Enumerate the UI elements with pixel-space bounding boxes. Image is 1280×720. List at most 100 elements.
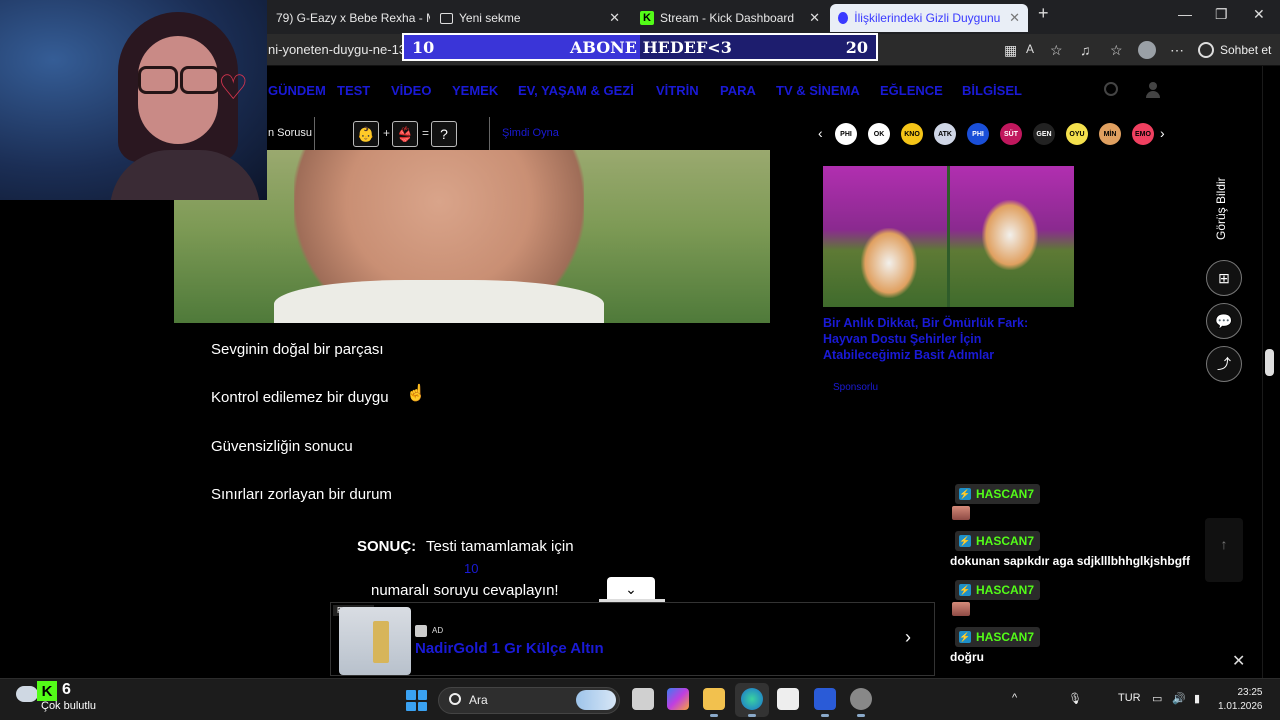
battery-icon[interactable]: ▮ — [1194, 692, 1200, 705]
brand-logo-5[interactable]: SÜT — [1000, 123, 1022, 145]
temperature[interactable]: 6 — [62, 681, 71, 699]
app-available-icon[interactable]: ▦ — [1004, 42, 1017, 59]
brand-logo-7[interactable]: OYU — [1066, 123, 1088, 145]
tab-title: Stream - Kick Dashboard — [660, 11, 795, 25]
window-close-icon[interactable]: ✕ — [1253, 6, 1265, 23]
video-shirt — [274, 280, 604, 323]
chevron-up-icon[interactable]: ^ — [1012, 692, 1017, 704]
emote-icon — [952, 506, 970, 520]
file-explorer-icon[interactable] — [703, 688, 725, 710]
search-icon[interactable] — [1104, 82, 1118, 96]
sponsored-label: Sponsorlu — [833, 382, 879, 393]
goal-title: ABONE HEDEF<3 — [570, 38, 732, 57]
language-indicator[interactable]: TUR — [1118, 692, 1141, 704]
tab-kick-dashboard[interactable]: K Stream - Kick Dashboard ✕ — [632, 4, 828, 32]
tab-title: İlişkilerindeki Gizli Duygunu Sıye — [854, 11, 1003, 25]
more-icon[interactable]: ⋯ — [1170, 42, 1184, 59]
profile-avatar[interactable] — [1138, 41, 1156, 59]
brand-logo-0[interactable]: PHI — [835, 123, 857, 145]
nav-tv-sinema[interactable]: TV & SİNEMA — [776, 83, 860, 98]
copilot-app-icon[interactable] — [667, 688, 689, 710]
nav-eglence[interactable]: EĞLENCE — [880, 83, 943, 98]
result-question-number[interactable]: 10 — [464, 561, 478, 576]
network-icon[interactable]: ▭ — [1152, 692, 1162, 705]
windows-start-icon[interactable] — [406, 690, 427, 711]
chat-username: HASCAN7 — [976, 630, 1035, 644]
result-text: Testi tamamlamak için — [426, 538, 574, 555]
tab-onedio-active[interactable]: İlişkilerindeki Gizli Duygunu Sıye ✕ — [830, 4, 1028, 32]
quiz-option-4[interactable]: Sınırları zorlayan bir durum — [211, 486, 392, 503]
scroll-to-top-button[interactable]: ↑ — [1205, 518, 1243, 582]
clock-date: 1.01.2026 — [1218, 701, 1263, 712]
outlook-icon[interactable] — [814, 688, 836, 710]
system-clock[interactable]: 23:25 1.01.2026 — [1218, 686, 1263, 714]
store-icon[interactable] — [777, 688, 799, 710]
chevron-right-icon[interactable]: › — [1160, 125, 1165, 141]
kick-icon: K — [640, 11, 654, 25]
read-aloud-icon[interactable]: A — [1026, 42, 1034, 56]
quiz-option-2[interactable]: Kontrol edilemez bir duygu — [211, 389, 389, 406]
brand-logo-1[interactable]: OK — [868, 123, 890, 145]
goal-target: 20 — [845, 38, 868, 57]
task-view-icon[interactable] — [632, 688, 654, 710]
quiz-option-3[interactable]: Güvensizliğin sonucu — [211, 438, 353, 455]
article-title[interactable]: Bir Anlık Dikkat, Bir Ömürlük Fark: Hayv… — [823, 315, 1063, 363]
url-field[interactable]: ni-yoneten-duygu-ne-1333 — [268, 42, 421, 57]
tab-youtube[interactable]: 79) G-Eazy x Bebe Rexha - Me, M ✕ — [268, 4, 430, 32]
minimize-icon[interactable]: — — [1178, 6, 1192, 22]
brand-logo-9[interactable]: EMO — [1132, 123, 1154, 145]
brand-logo-2[interactable]: KNO — [901, 123, 923, 145]
nav-para[interactable]: PARA — [720, 83, 756, 98]
result-label: SONUÇ: — [357, 538, 417, 555]
volume-icon[interactable]: 🔊 — [1172, 692, 1186, 705]
brand-logo-8[interactable]: MİN — [1099, 123, 1121, 145]
close-icon[interactable]: ✕ — [1009, 10, 1020, 26]
nav-gundem[interactable]: GÜNDEM — [268, 83, 326, 98]
close-icon[interactable]: ✕ — [609, 10, 620, 26]
chevron-down-icon[interactable]: ⌄ — [607, 577, 655, 601]
ad-title[interactable]: NadirGold 1 Gr Külçe Altın — [415, 640, 604, 657]
favorite-star-icon[interactable]: ☆ — [1050, 42, 1063, 59]
bookmark-icon[interactable]: ⊞ — [1206, 260, 1242, 296]
scrollbar-thumb[interactable] — [1265, 349, 1274, 376]
verified-icon: ⚡ — [959, 488, 971, 500]
user-icon[interactable] — [1146, 82, 1160, 98]
favorites-icon[interactable]: ☆ — [1110, 42, 1123, 59]
chevron-right-icon[interactable]: › — [905, 627, 911, 648]
feedback-tab[interactable]: Görüş Bildir — [1214, 177, 1228, 240]
ad-tag: AD — [432, 626, 444, 635]
comments-icon[interactable]: 💬 — [1206, 303, 1242, 339]
article-image[interactable] — [823, 166, 1074, 307]
media-icon[interactable]: ♫ — [1080, 42, 1091, 58]
brand-logo-3[interactable]: ATK — [934, 123, 956, 145]
play-now-link[interactable]: Şimdi Oyna — [502, 127, 559, 139]
tab-new-tab[interactable]: Yeni sekme ✕ — [432, 4, 628, 32]
search-icon — [449, 693, 461, 705]
close-icon[interactable]: ✕ — [809, 10, 820, 26]
tab-title: Yeni sekme — [459, 11, 521, 25]
weather-label[interactable]: Çok bulutlu — [41, 700, 96, 712]
new-tab-button[interactable]: + — [1038, 3, 1049, 24]
nav-vitrin[interactable]: VİTRİN — [656, 83, 699, 98]
restore-icon[interactable]: ❐ — [1215, 6, 1228, 23]
copilot-button[interactable]: Sohbet et — [1198, 42, 1271, 58]
brand-logo-6[interactable]: GEN — [1033, 123, 1055, 145]
nav-test[interactable]: TEST — [337, 83, 370, 98]
chevron-left-icon[interactable]: ‹ — [818, 125, 823, 141]
nav-yemek[interactable]: YEMEK — [452, 83, 498, 98]
brand-logo-4[interactable]: PHI — [967, 123, 989, 145]
quiz-option-1[interactable]: Sevginin doğal bir parçası — [211, 341, 384, 358]
sticky-ad[interactable]: REKLAM AD NadirGold 1 Gr Külçe Altın › — [330, 602, 935, 676]
verified-icon: ⚡ — [959, 535, 971, 547]
obs-icon[interactable] — [850, 688, 872, 710]
nav-bilgisel[interactable]: BİLGİSEL — [962, 83, 1022, 98]
chat-user-badge: ⚡ HASCAN7 — [955, 531, 1041, 551]
plus-sign: + — [383, 126, 391, 140]
nav-video[interactable]: VİDEO — [391, 83, 431, 98]
edge-icon[interactable] — [741, 688, 763, 710]
microphone-icon[interactable]: 🎙 — [1068, 692, 1082, 705]
divider — [314, 117, 315, 150]
close-icon[interactable]: ✕ — [1232, 651, 1245, 671]
share-icon[interactable]: ⤴ — [1206, 346, 1242, 382]
nav-ev-yasam-gezi[interactable]: EV, YAŞAM & GEZİ — [518, 83, 634, 98]
